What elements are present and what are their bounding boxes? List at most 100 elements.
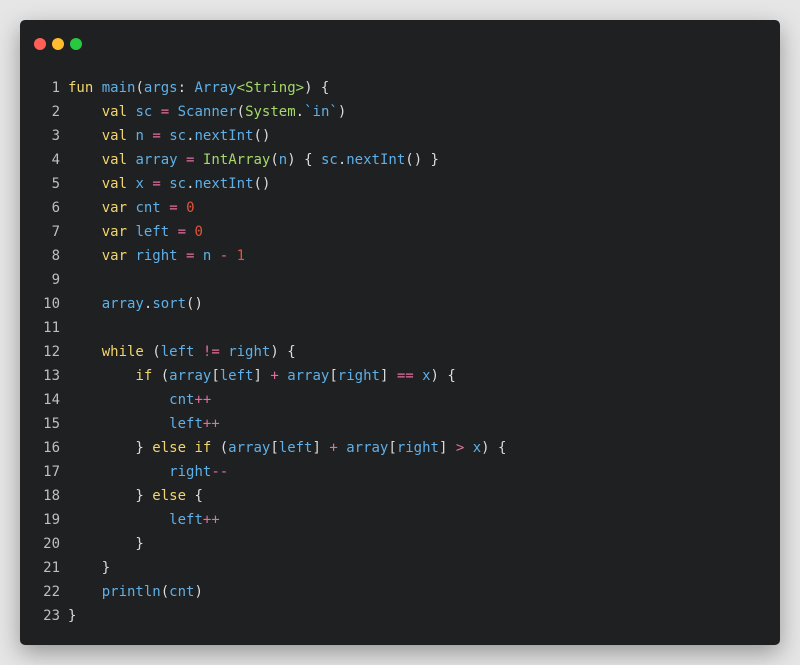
code-token: right xyxy=(135,248,178,264)
code-line: 6 var cnt = 0 xyxy=(20,196,780,220)
code-token: left xyxy=(169,416,203,432)
code-line: 10 array.sort() xyxy=(20,292,780,316)
code-token: - xyxy=(219,248,229,264)
code-token: sc xyxy=(169,128,187,144)
code-token: nextInt xyxy=(346,152,406,168)
code-token: val xyxy=(101,176,128,192)
code-token: sc xyxy=(135,104,153,120)
line-number: 10 xyxy=(43,296,60,312)
code-token: if xyxy=(194,440,212,456)
code-token: val xyxy=(101,152,128,168)
line-code: println(cnt) xyxy=(60,580,203,604)
code-token: [ xyxy=(329,368,338,384)
line-number: 12 xyxy=(43,344,60,360)
line-code: while (left != right) { xyxy=(60,340,296,364)
code-token: sort xyxy=(152,296,187,312)
line-code: var right = n - 1 xyxy=(60,244,245,268)
code-token: while xyxy=(101,344,144,360)
code-token: nextInt xyxy=(194,176,254,192)
code-token: cnt xyxy=(135,200,161,216)
code-token: ++ xyxy=(194,392,212,408)
code-token: ++ xyxy=(202,512,220,528)
code-line: 23} xyxy=(20,604,780,628)
code-token: = xyxy=(152,176,161,192)
code-token: + xyxy=(329,440,338,456)
line-number: 19 xyxy=(43,512,60,528)
code-token: x xyxy=(422,368,431,384)
code-window: 1 fun main(args: Array<String>) {2 val sc… xyxy=(20,20,780,645)
code-token: . xyxy=(295,104,305,120)
code-line: 22 println(cnt) xyxy=(20,580,780,604)
maximize-button[interactable] xyxy=(70,38,82,50)
code-line: 13 if (array[left] + array[right] == x) … xyxy=(20,364,780,388)
code-token: } xyxy=(68,608,77,624)
code-token: x xyxy=(135,176,144,192)
code-token: = xyxy=(160,104,170,120)
line-code: right-- xyxy=(60,460,228,484)
code-token: ( xyxy=(211,440,229,456)
code-line: 16 } else if (array[left] + array[right]… xyxy=(20,436,780,460)
line-number: 6 xyxy=(51,200,60,216)
line-code: val array = IntArray(n) { sc.nextInt() } xyxy=(60,148,439,172)
code-token: array xyxy=(346,440,389,456)
line-number: 13 xyxy=(43,368,60,384)
code-token: else xyxy=(152,488,187,504)
line-number: 1 xyxy=(51,80,60,96)
line-number: 11 xyxy=(43,320,60,336)
code-token: String xyxy=(245,80,296,96)
code-line: 15 left++ xyxy=(20,412,780,436)
code-token: { xyxy=(186,488,203,504)
minimize-button[interactable] xyxy=(52,38,64,50)
code-token: } xyxy=(68,488,153,504)
code-token: right xyxy=(228,344,271,360)
code-line: 21 } xyxy=(20,556,780,580)
code-editor: 1 fun main(args: Array<String>) {2 val sc… xyxy=(20,76,780,628)
code-line: 5 val x = sc.nextInt() xyxy=(20,172,780,196)
code-token: ) xyxy=(337,104,347,120)
code-token: } xyxy=(68,560,111,576)
code-token: != xyxy=(202,344,220,360)
code-token: [ xyxy=(211,368,220,384)
code-token: = xyxy=(169,200,178,216)
code-token: ] xyxy=(438,440,456,456)
line-number: 17 xyxy=(43,464,60,480)
code-token: n xyxy=(135,128,144,144)
line-code: fun main(args: Array<String>) { xyxy=(60,76,329,100)
code-token: right xyxy=(337,368,380,384)
code-token: array xyxy=(169,368,212,384)
line-code: cnt++ xyxy=(60,388,211,412)
code-token: ) { xyxy=(481,440,507,456)
code-token: ) { xyxy=(287,152,321,168)
code-token: cnt xyxy=(169,584,195,600)
code-token: . xyxy=(186,128,195,144)
line-number: 9 xyxy=(51,272,60,288)
code-line: 17 right-- xyxy=(20,460,780,484)
line-number: 16 xyxy=(43,440,60,456)
close-button[interactable] xyxy=(34,38,46,50)
line-number: 7 xyxy=(51,224,60,240)
code-line: 3 val n = sc.nextInt() xyxy=(20,124,780,148)
code-token: array xyxy=(287,368,330,384)
line-code: } xyxy=(60,532,143,556)
code-token: ( xyxy=(143,344,161,360)
code-token: ) { xyxy=(304,80,330,96)
